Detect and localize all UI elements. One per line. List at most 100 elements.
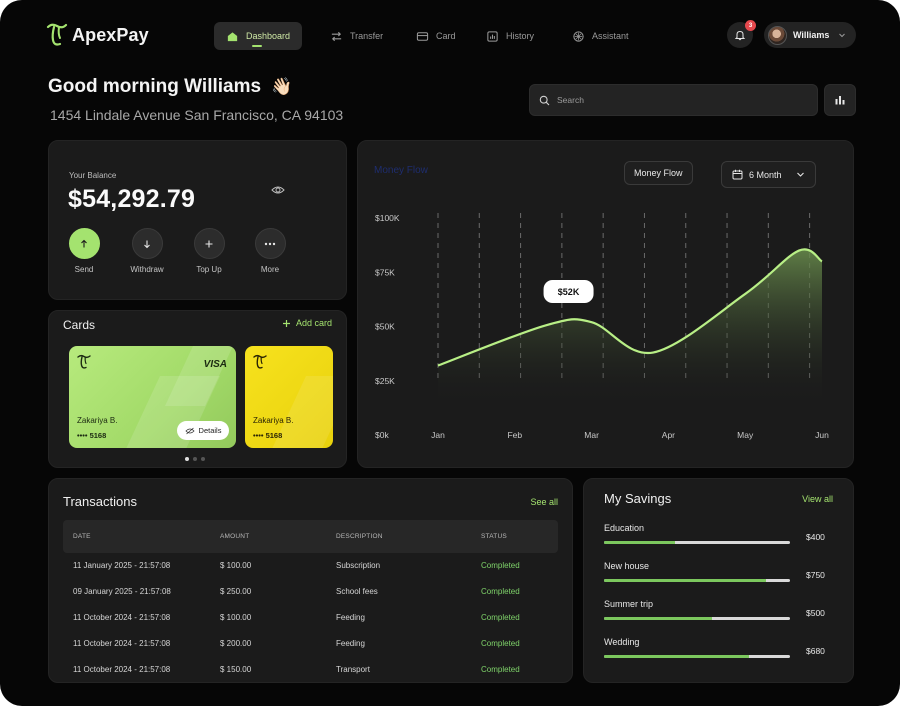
assistant-icon xyxy=(573,30,584,42)
money-flow-filter[interactable]: Money Flow xyxy=(624,161,693,185)
y-axis-tick: $75K xyxy=(375,267,395,277)
send-action[interactable]: Send xyxy=(54,228,114,274)
add-card-button[interactable]: Add card xyxy=(282,318,332,328)
app-logo[interactable]: ApexPay xyxy=(46,22,149,48)
savings-amount: $750 xyxy=(806,570,825,580)
money-flow-chart: $100K$75K$50K$25K$0k Jan Feb Mar Apr May Jun … xyxy=(375,213,829,440)
transactions-title: Transactions xyxy=(63,494,137,509)
search-input[interactable]: Search xyxy=(529,84,818,116)
user-menu[interactable]: Williams xyxy=(764,22,856,48)
more-action[interactable]: More xyxy=(240,228,300,274)
period-label: 6 Month xyxy=(749,169,782,180)
withdraw-button[interactable] xyxy=(131,228,163,259)
savings-item[interactable]: Summer trip $500 xyxy=(604,599,829,633)
pagination-dot[interactable] xyxy=(201,457,205,461)
cell-description: Subscription xyxy=(336,561,381,570)
column-header-date[interactable]: DATE xyxy=(73,533,91,540)
savings-amount: $400 xyxy=(806,532,825,542)
chart-tooltip: $52K xyxy=(543,280,594,303)
table-header: DATE AMOUNT DESCRIPTION STATUS xyxy=(63,520,558,553)
period-select[interactable]: 6 Month xyxy=(721,161,816,188)
chart-title: Money Flow xyxy=(374,165,428,176)
x-axis-tick: May xyxy=(737,430,754,440)
top-up-button[interactable] xyxy=(193,228,225,259)
withdraw-label: Withdraw xyxy=(130,265,164,274)
table-row[interactable]: 11 October 2024 - 21:57:08 $ 100.00 Feedin… xyxy=(63,605,558,631)
app-window: ApexPay Dashboard Transfer Card History … xyxy=(0,0,900,706)
cards-title: Cards xyxy=(63,318,96,332)
top-up-action[interactable]: Top Up xyxy=(179,228,239,274)
withdraw-action[interactable]: Withdraw xyxy=(117,228,177,274)
details-label: Details xyxy=(198,426,222,435)
savings-progress-fill xyxy=(604,579,766,582)
table-row[interactable]: 09 January 2025 - 21:57:08 $ 250.00 School… xyxy=(63,579,558,605)
arrow-down-icon xyxy=(144,240,150,248)
column-header-amount[interactable]: AMOUNT xyxy=(220,533,249,540)
send-button[interactable] xyxy=(68,228,100,259)
view-all-link[interactable]: View all xyxy=(802,494,833,504)
cell-description: Feeding xyxy=(336,613,365,622)
cell-status: Completed xyxy=(481,561,520,570)
payment-card[interactable]: VISA Zakariya B. •••• 5168 Details xyxy=(69,346,236,448)
pagination-dot[interactable] xyxy=(185,457,189,461)
money-flow-area xyxy=(438,249,822,403)
savings-amount: $680 xyxy=(806,646,825,656)
savings-item[interactable]: New house $750 xyxy=(604,561,829,595)
nav-dashboard[interactable]: Dashboard xyxy=(214,22,303,50)
nav-history[interactable]: History xyxy=(474,22,546,50)
table-row[interactable]: 11 January 2025 - 21:57:08 $ 100.00 Subscr… xyxy=(63,553,558,579)
see-all-link[interactable]: See all xyxy=(530,497,558,507)
pagination-dot[interactable] xyxy=(193,457,197,461)
x-axis-tick: Jan xyxy=(431,430,445,440)
nav-label: Transfer xyxy=(350,31,384,41)
logo-icon xyxy=(46,23,68,46)
wave-emoji: 👋🏻 xyxy=(271,77,293,96)
cell-status: Completed xyxy=(481,665,520,674)
cell-status: Completed xyxy=(481,613,520,622)
add-card-label: Add card xyxy=(295,318,332,328)
table-row[interactable]: 11 October 2024 - 21:57:08 $ 150.00 Transp… xyxy=(63,657,558,683)
chevron-down-icon xyxy=(796,172,804,177)
cards-panel: Cards Add card VISA Zakariya B. •••• 516… xyxy=(48,310,347,468)
savings-progress-bar xyxy=(604,617,790,620)
transactions-panel: Transactions See all DATE AMOUNT DESCRIP… xyxy=(48,478,573,683)
x-axis-tick: Mar xyxy=(584,430,599,440)
savings-item[interactable]: Wedding $680 xyxy=(604,637,829,671)
nav-card[interactable]: Card xyxy=(404,22,468,50)
nav-label: History xyxy=(506,31,535,41)
nav-label: Assistant xyxy=(592,31,629,41)
money-flow-panel: $100K $75K $50K $25K $0k Jan Feb Mar Apr May Jun … xyxy=(357,140,854,468)
user-name: Williams xyxy=(793,30,830,40)
savings-label: New house xyxy=(604,561,650,571)
card-holder: Zakariya B. xyxy=(253,416,294,425)
transfer-icon xyxy=(331,31,342,41)
nav-assistant[interactable]: Assistant xyxy=(560,22,641,50)
user-address: 1454 Lindale Avenue San Francisco, CA 94… xyxy=(50,107,344,123)
notifications-button[interactable]: 3 xyxy=(727,20,756,48)
more-button[interactable] xyxy=(254,228,286,259)
avatar xyxy=(768,25,787,45)
card-pagination[interactable] xyxy=(185,457,205,461)
bell-icon xyxy=(734,30,746,41)
card-details-button[interactable]: Details xyxy=(177,421,229,440)
y-axis-tick: $25K xyxy=(375,376,395,386)
cell-amount: $ 150.00 xyxy=(220,665,252,674)
nav-label: Dashboard xyxy=(246,31,291,41)
column-header-description[interactable]: DESCRIPTION xyxy=(336,533,383,540)
table-row[interactable]: 11 October 2024 - 21:57:08 $ 200.00 Feedin… xyxy=(63,631,558,657)
app-name: ApexPay xyxy=(72,24,149,45)
savings-item[interactable]: Education $400 xyxy=(604,523,829,557)
column-header-status[interactable]: STATUS xyxy=(481,533,507,540)
nav-transfer[interactable]: Transfer xyxy=(318,22,395,50)
card-icon xyxy=(416,31,429,41)
cell-date: 11 October 2024 - 21:57:08 xyxy=(73,665,171,674)
savings-title: My Savings xyxy=(604,491,672,506)
eye-icon[interactable] xyxy=(271,183,285,197)
cell-status: Completed xyxy=(481,587,520,596)
cell-date: 11 October 2024 - 21:57:08 xyxy=(73,613,171,622)
stats-button[interactable] xyxy=(824,84,856,116)
savings-label: Education xyxy=(604,523,645,533)
payment-card[interactable]: Zakariya B. •••• 5168 xyxy=(245,346,333,448)
cell-description: Transport xyxy=(336,665,370,674)
notification-badge: 3 xyxy=(745,20,756,31)
